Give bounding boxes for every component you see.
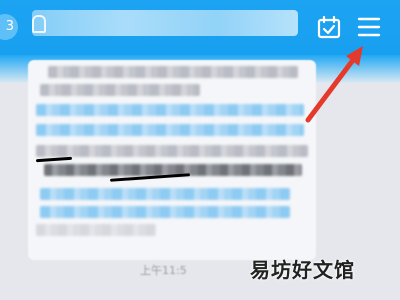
watermark-text: 易坊好文馆 [250,258,355,282]
message-line-blurred [36,145,308,157]
top-bar: 3 [0,0,400,55]
calendar-check-icon[interactable] [316,14,342,40]
hamburger-menu-icon[interactable] [356,14,382,40]
message-link-blurred[interactable] [40,188,290,200]
message-link-blurred[interactable] [40,206,290,218]
chat-title-blurred [32,10,298,36]
message-line-blurred [40,84,200,96]
message-link-blurred[interactable] [36,124,304,136]
message-line-blurred [36,224,156,236]
message-timestamp: 上午11:5 [140,264,187,277]
message-link-blurred[interactable] [36,104,304,116]
screen: 3 上午11:5 易坊好文馆 [0,0,400,300]
wifi-icon [32,15,46,33]
unread-badge[interactable]: 3 [0,14,18,40]
message-line-blurred [48,66,298,78]
